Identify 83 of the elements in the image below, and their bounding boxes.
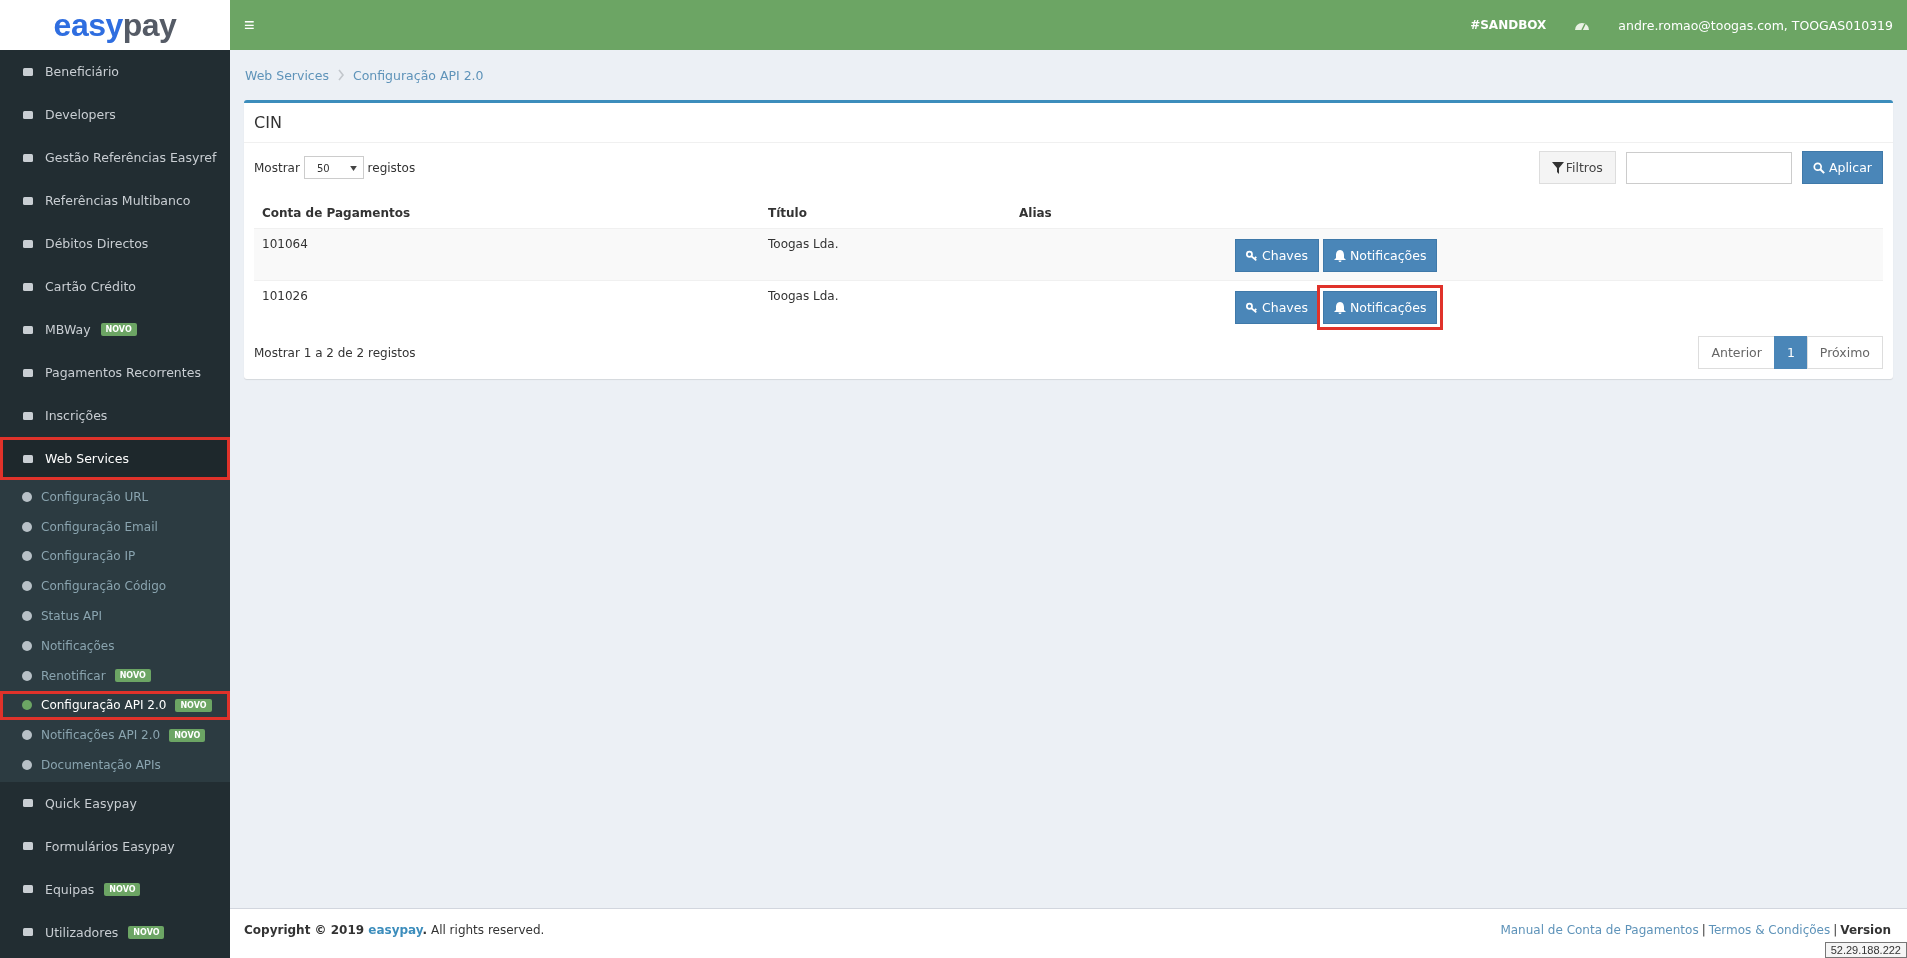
- bell-icon: [1333, 249, 1346, 262]
- table-cell: 101026: [254, 280, 760, 332]
- chevron-icon: [336, 69, 345, 81]
- length-label: Mostrar: [254, 160, 300, 175]
- bullet-icon: [22, 640, 32, 651]
- user-account[interactable]: andre.romao@toogas.com, TOOGAS010319: [1618, 17, 1893, 33]
- ip-tooltip: 52.29.188.222: [1824, 942, 1907, 958]
- submenu-item[interactable]: Notificações API 2.0 NOVO: [0, 720, 230, 751]
- submenu-item[interactable]: Configuração API 2.0 NOVO: [0, 690, 230, 721]
- panel-title: CIN: [244, 103, 1893, 143]
- new-badge: NOVO: [114, 669, 151, 683]
- sidebar-item[interactable]: Developers: [0, 93, 230, 136]
- bullet-icon: [22, 760, 32, 771]
- breadcrumb-link[interactable]: Web Services: [245, 67, 329, 83]
- bullet-icon: [22, 730, 32, 741]
- new-badge: NOVO: [175, 698, 212, 712]
- menu-button[interactable]: ≡: [244, 14, 255, 36]
- sidebar-item[interactable]: Débitos Directos: [0, 222, 230, 265]
- submenu-item[interactable]: Configuração Código: [0, 571, 230, 602]
- caret-icon: [349, 166, 357, 171]
- bullet-icon: [22, 670, 32, 681]
- environment-label: #SANDBOX: [1470, 18, 1547, 32]
- submenu-item[interactable]: Renotificar NOVO: [0, 660, 230, 691]
- apply-button[interactable]: Aplicar: [1801, 151, 1883, 184]
- bullet-icon: [22, 700, 32, 711]
- table-cell: Toogas Lda.: [760, 228, 1011, 281]
- search-icon: [1812, 161, 1825, 174]
- sidebar-item[interactable]: Pagamentos Recorrentes: [0, 351, 230, 394]
- sidebar-item[interactable]: Web Services: [0, 437, 230, 480]
- new-badge: NOVO: [169, 728, 206, 742]
- keys-button[interactable]: Chaves: [1235, 239, 1319, 272]
- column-header: Título: [760, 198, 1011, 229]
- sidebar-item[interactable]: Referências Multibanco: [0, 179, 230, 222]
- page-button[interactable]: Próximo: [1806, 336, 1883, 369]
- submenu-item[interactable]: Notificações: [0, 631, 230, 661]
- footer-link[interactable]: Termos & Condições: [1708, 922, 1831, 937]
- separator: |: [1701, 922, 1706, 937]
- breadcrumb-link[interactable]: Configuração API 2.0: [352, 67, 484, 83]
- new-badge: NOVO: [128, 925, 165, 939]
- logo[interactable]: easypay: [0, 0, 230, 50]
- submenu-item[interactable]: Configuração Email: [0, 511, 230, 542]
- submenu-item[interactable]: Configuração IP: [0, 541, 230, 572]
- sidebar-item[interactable]: Cartão Crédito: [0, 265, 230, 308]
- sidebar-item[interactable]: Inscrições: [0, 394, 230, 437]
- bell-icon: [1333, 301, 1346, 314]
- brand-link[interactable]: easypay: [368, 922, 423, 937]
- search-field[interactable]: [1625, 151, 1792, 184]
- page-button[interactable]: Anterior: [1698, 336, 1775, 369]
- page-button[interactable]: 1: [1773, 336, 1808, 369]
- key-icon: [1246, 249, 1258, 262]
- filter-icon: [1551, 161, 1564, 174]
- sidebar-item[interactable]: Gestão Referências Easyref: [0, 136, 230, 179]
- submenu-item[interactable]: Documentação APIs: [0, 750, 230, 780]
- new-badge: NOVO: [100, 323, 137, 336]
- footer-link[interactable]: Manual de Conta de Pagamentos: [1500, 922, 1699, 937]
- key-icon: [1246, 301, 1258, 314]
- sidebar-item[interactable]: Utilizadores NOVO: [0, 910, 230, 954]
- table-cell: Toogas Lda.: [760, 280, 1011, 332]
- submenu-item[interactable]: Status API: [0, 601, 230, 631]
- filter-button[interactable]: Filtros: [1538, 151, 1616, 184]
- keys-button[interactable]: Chaves: [1235, 291, 1319, 324]
- column-header: Conta de Pagamentos: [254, 198, 760, 229]
- column-header: Alias: [1011, 198, 1227, 229]
- table-cell: 101064: [254, 228, 760, 281]
- bullet-icon: [22, 521, 32, 532]
- notifications-button[interactable]: Notificações: [1322, 239, 1438, 272]
- length-label: registos: [367, 160, 416, 175]
- separator: |: [1833, 922, 1838, 937]
- copyright-text: Copyright © 2019 easypay. All rights reserved.: [244, 922, 545, 937]
- submenu-item[interactable]: Configuração URL: [0, 482, 230, 512]
- sidebar-item[interactable]: MBWay NOVO: [0, 308, 230, 351]
- new-badge: NOVO: [104, 882, 141, 896]
- version-label: Version: [1840, 922, 1891, 937]
- bullet-icon: [22, 491, 32, 502]
- table-info: Mostrar 1 a 2 de 2 registos: [254, 345, 416, 360]
- sidebar-item[interactable]: Beneficiário: [0, 50, 230, 93]
- bullet-icon: [22, 551, 32, 562]
- bullet-icon: [22, 611, 32, 622]
- page-size-select[interactable]: 50: [303, 156, 364, 179]
- sidebar-item[interactable]: Equipas NOVO: [0, 867, 230, 911]
- sidebar-item[interactable]: Quick Easypay: [0, 781, 230, 825]
- bullet-icon: [22, 581, 32, 592]
- sidebar-item[interactable]: Formulários Easypay: [0, 824, 230, 868]
